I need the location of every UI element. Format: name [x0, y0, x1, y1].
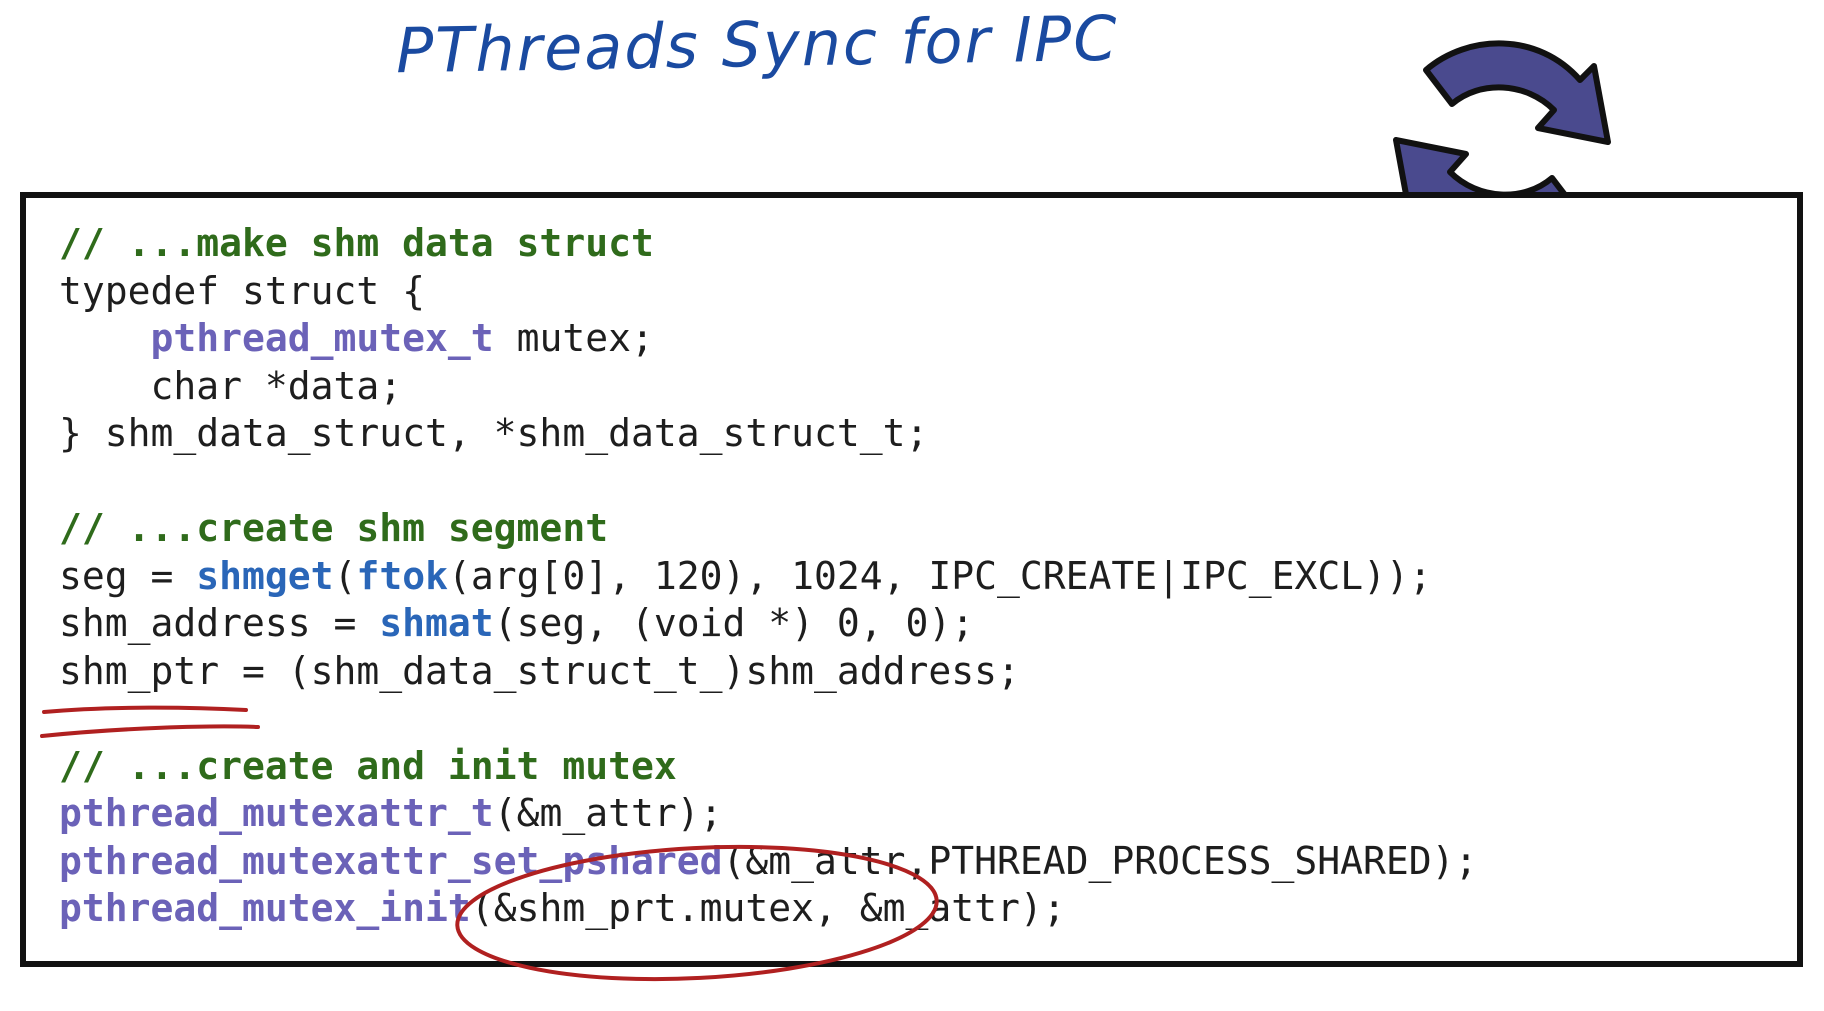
code-text: (arg[0], 120), 1024, IPC_CREATE|IPC_EXCL…: [447, 553, 1432, 598]
code-text: (seg, (void *) 0, 0);: [493, 601, 975, 645]
page-title: PThreads Sync for IPC: [395, 1, 1120, 88]
code-function: shmat: [379, 601, 494, 645]
code-text: mutex;: [493, 316, 654, 360]
code-text: (&m_attr);: [493, 791, 723, 835]
code-text: typedef struct {: [59, 268, 426, 313]
code-function: shmget: [196, 553, 334, 598]
code-comment: // ...create shm segment: [59, 506, 609, 550]
code-function: ftok: [356, 553, 448, 598]
code-line: pthread_mutex_t mutex;: [59, 315, 1477, 363]
code-line: // ...make shm data struct: [59, 220, 1477, 268]
code-text: (&m_attr,PTHREAD_PROCESS_SHARED);: [722, 838, 1478, 883]
code-text: shm_address =: [59, 601, 380, 645]
code-line: seg = shmget(ftok(arg[0], 120), 1024, IP…: [59, 553, 1477, 601]
code-text: char *data;: [150, 363, 403, 408]
code-text: seg =: [59, 553, 197, 598]
code-comment: // ...make shm data struct: [59, 221, 654, 265]
code-text: (&shm_prt.mutex, &m_attr);: [470, 886, 1066, 930]
code-function: pthread_mutex_init: [59, 886, 471, 930]
code-line: typedef struct {: [59, 268, 1477, 316]
code-line: // ...create and init mutex: [59, 743, 1477, 791]
code-block: // ...make shm data struct typedef struc…: [59, 220, 1477, 933]
code-line: } shm_data_struct, *shm_data_struct_t;: [59, 410, 1477, 458]
code-comment: // ...create and init mutex: [59, 743, 677, 788]
code-line: pthread_mutex_init(&shm_prt.mutex, &m_at…: [59, 885, 1477, 933]
code-line: pthread_mutexattr_set_pshared(&m_attr,PT…: [59, 838, 1477, 886]
code-function: pthread_mutexattr_set_pshared: [59, 838, 723, 883]
code-line: shm_ptr = (shm_data_struct_t_)shm_addres…: [59, 648, 1477, 696]
code-line: shm_address = shmat(seg, (void *) 0, 0);: [59, 600, 1477, 648]
code-text: shm_ptr = (shm_data_struct_t_)shm_addres…: [59, 648, 1020, 693]
code-line: // ...create shm segment: [59, 505, 1477, 553]
code-line: char *data;: [59, 363, 1477, 411]
code-type: pthread_mutex_t: [150, 316, 494, 360]
code-text: } shm_data_struct, *shm_data_struct_t;: [59, 411, 929, 455]
code-text: (: [333, 553, 357, 598]
code-type: pthread_mutexattr_t: [59, 791, 494, 835]
code-line: pthread_mutexattr_t(&m_attr);: [59, 790, 1477, 838]
code-panel: // ...make shm data struct typedef struc…: [20, 192, 1803, 967]
